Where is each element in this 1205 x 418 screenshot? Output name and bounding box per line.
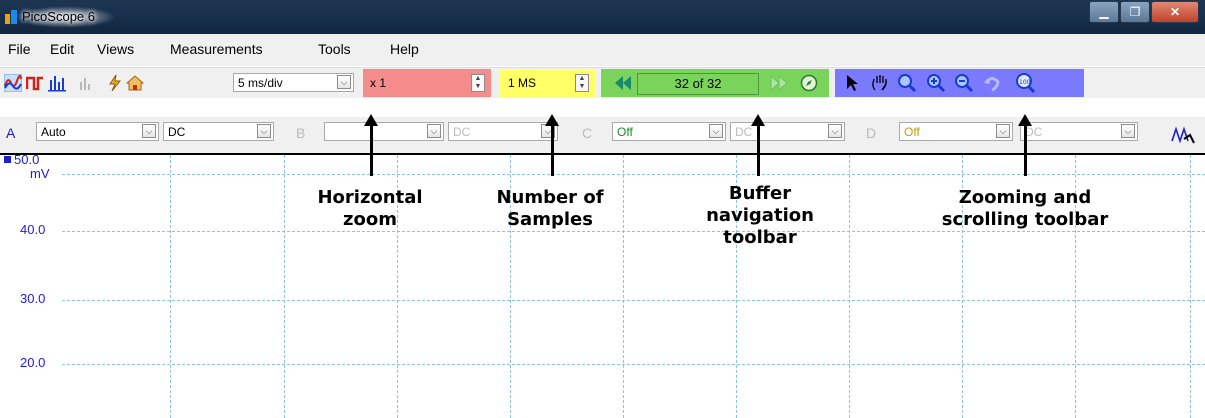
maximize-button[interactable]: ❐ bbox=[1120, 1, 1150, 23]
picoscope-app-icon bbox=[5, 10, 17, 24]
timebase-select[interactable]: 5 ms/div ⌵ bbox=[233, 73, 354, 92]
menu-tools[interactable]: Tools bbox=[318, 41, 351, 57]
channel-a-coupling: DC bbox=[168, 125, 186, 139]
chevron-down-icon: ⌵ bbox=[1121, 124, 1135, 138]
y-axis-label-top: 50.0 bbox=[14, 152, 40, 167]
arrow-shaft bbox=[757, 124, 760, 176]
title-bar: PicoScope 6 ▁ ❐ ✕ bbox=[0, 0, 1205, 34]
disabled-tool-icon bbox=[80, 78, 90, 90]
annotation-zoom-scroll-toolbar: Zooming and scrolling toolbar bbox=[941, 187, 1109, 230]
channel-d-coupling: DC bbox=[1025, 125, 1043, 139]
zoom-spinner[interactable]: ▲ ▼ bbox=[471, 74, 485, 92]
grid-line bbox=[62, 231, 1205, 232]
samples-spinner[interactable]: ▲ ▼ bbox=[575, 74, 589, 92]
y-axis-label: 30.0 bbox=[20, 291, 46, 306]
channel-c-label[interactable]: C bbox=[582, 125, 592, 141]
channel-b-coupling-select[interactable]: DC ⌵ bbox=[448, 122, 558, 141]
chevron-down-icon: ⌵ bbox=[996, 124, 1010, 138]
pointer-icon[interactable] bbox=[845, 74, 861, 92]
chevron-down-icon: ⌵ bbox=[142, 124, 156, 138]
grid-line bbox=[170, 155, 171, 418]
channel-a-axis-marker bbox=[4, 156, 11, 163]
channel-options-icon[interactable] bbox=[1170, 125, 1196, 145]
arrow-shaft bbox=[370, 124, 373, 176]
buffer-overview-icon[interactable] bbox=[800, 74, 818, 92]
home-icon[interactable] bbox=[126, 74, 144, 92]
auto-setup-icon[interactable] bbox=[106, 74, 124, 92]
zoom-value: x 1 bbox=[370, 76, 387, 90]
samples-zone: 1 MS ▲ ▼ bbox=[500, 69, 595, 97]
y-axis-label: 40.0 bbox=[20, 222, 46, 237]
grid-line bbox=[284, 155, 285, 418]
channel-d-range: Off bbox=[904, 125, 920, 139]
zoom-overview-icon[interactable]: 100 bbox=[1015, 73, 1035, 93]
channel-b-coupling: DC bbox=[453, 125, 471, 139]
window-title: PicoScope 6 bbox=[22, 9, 95, 24]
grid-line bbox=[849, 155, 850, 418]
chevron-down-icon: ⌵ bbox=[337, 75, 351, 89]
channel-a-coupling-select[interactable]: DC ⌵ bbox=[163, 122, 274, 141]
persistence-mode-icon[interactable] bbox=[26, 74, 44, 92]
scope-mode-icon[interactable] bbox=[4, 74, 22, 92]
grid-line bbox=[62, 364, 1205, 365]
buffer-navigation-zone: 32 of 32 bbox=[601, 69, 829, 97]
grid-line bbox=[1190, 155, 1191, 418]
annotation-number-of-samples: Number of Samples bbox=[496, 187, 604, 230]
buffer-last-icon[interactable] bbox=[769, 75, 789, 91]
window-controls: ▁ ❐ ✕ bbox=[1088, 1, 1199, 23]
timebase-value: 5 ms/div bbox=[238, 76, 283, 90]
horizontal-zoom-zone: x 1 ▲ ▼ bbox=[363, 69, 491, 97]
menu-help[interactable]: Help bbox=[390, 41, 419, 57]
zoom-icon[interactable] bbox=[897, 74, 917, 92]
main-toolbar: 5 ms/div ⌵ x 1 ▲ ▼ 1 MS ▲ ▼ 32 of 32 100 bbox=[0, 67, 1205, 98]
channel-c-range-select[interactable]: Off ⌵ bbox=[612, 122, 726, 141]
channel-c-coupling-select[interactable]: DC ⌵ bbox=[730, 122, 845, 141]
hand-icon[interactable] bbox=[870, 74, 890, 92]
annotation-horizontal-zoom: Horizontal zoom bbox=[317, 187, 423, 230]
buffer-first-icon[interactable] bbox=[613, 75, 633, 91]
y-axis-unit: mV bbox=[30, 166, 50, 181]
grid-line bbox=[62, 174, 1205, 175]
menu-measurements[interactable]: Measurements bbox=[170, 41, 263, 57]
minimize-button[interactable]: ▁ bbox=[1089, 1, 1119, 23]
channel-a-range: Auto bbox=[41, 125, 66, 139]
menu-bar: File Edit Views Measurements Tools Help bbox=[0, 34, 1205, 66]
menu-views[interactable]: Views bbox=[97, 41, 134, 57]
channel-c-coupling: DC bbox=[735, 125, 753, 139]
channel-d-coupling-select[interactable]: DC ⌵ bbox=[1020, 122, 1138, 141]
arrow-shaft bbox=[551, 124, 554, 176]
samples-value: 1 MS bbox=[508, 76, 537, 90]
arrow-shaft bbox=[1024, 124, 1027, 176]
channel-b-label[interactable]: B bbox=[296, 125, 305, 141]
zoom-out-icon[interactable] bbox=[954, 74, 974, 92]
chevron-down-icon: ⌵ bbox=[828, 124, 842, 138]
channel-d-label[interactable]: D bbox=[866, 125, 876, 141]
chevron-down-icon: ⌵ bbox=[709, 124, 723, 138]
channel-c-range: Off bbox=[617, 125, 633, 139]
menu-edit[interactable]: Edit bbox=[50, 41, 74, 57]
channel-a-range-select[interactable]: Auto ⌵ bbox=[36, 122, 159, 141]
chevron-down-icon: ⌵ bbox=[257, 124, 271, 138]
spectrum-mode-icon[interactable] bbox=[48, 74, 66, 92]
undo-zoom-icon[interactable] bbox=[983, 74, 1001, 92]
zoom-in-icon[interactable] bbox=[926, 74, 946, 92]
menu-file[interactable]: File bbox=[8, 41, 31, 57]
svg-text:100: 100 bbox=[1019, 79, 1031, 86]
channel-a-label[interactable]: A bbox=[6, 125, 15, 141]
channel-b-range-select[interactable]: ⌵ bbox=[324, 122, 444, 141]
grid-line bbox=[62, 300, 1205, 301]
buffer-index[interactable]: 32 of 32 bbox=[637, 73, 759, 95]
zoom-scroll-zone: 100 bbox=[835, 69, 1084, 97]
close-button[interactable]: ✕ bbox=[1151, 1, 1199, 23]
chevron-down-icon: ⌵ bbox=[427, 124, 441, 138]
channel-d-range-select[interactable]: Off ⌵ bbox=[899, 122, 1013, 141]
annotation-buffer-navigation: Buffer navigation toolbar bbox=[706, 183, 814, 248]
y-axis-label: 20.0 bbox=[20, 355, 46, 370]
